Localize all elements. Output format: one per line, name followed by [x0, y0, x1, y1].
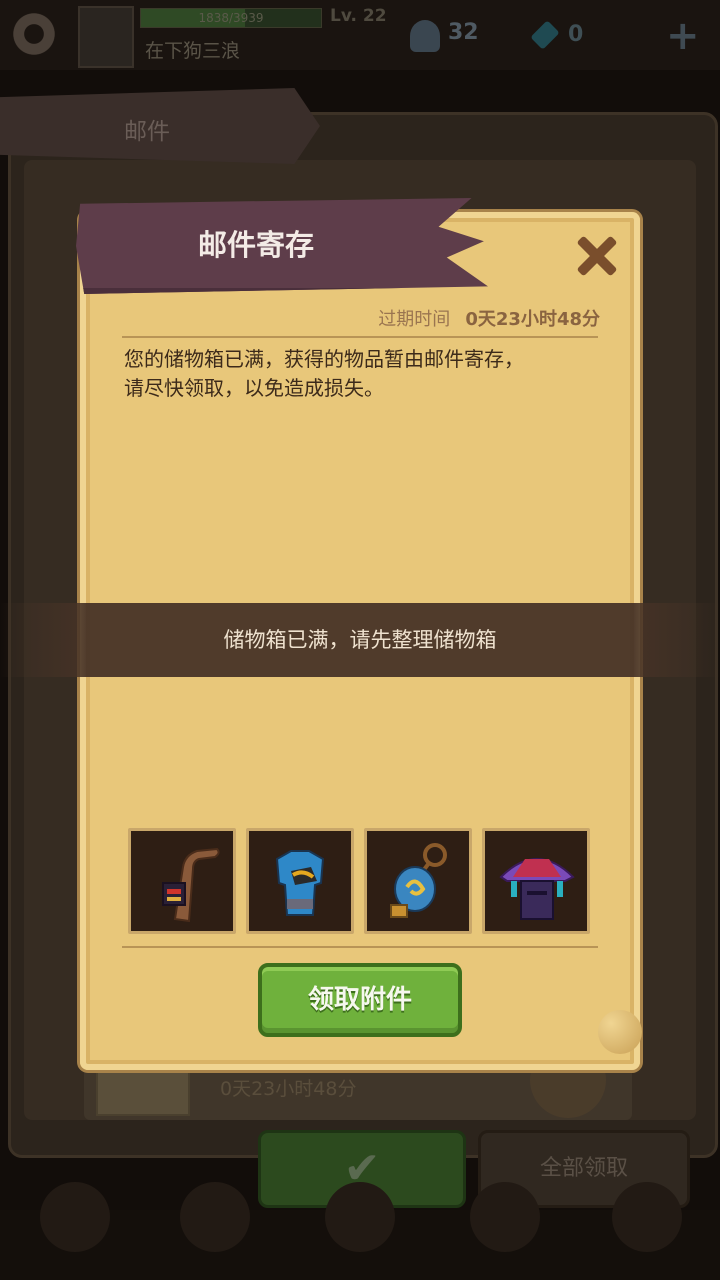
- gear-icon[interactable]: [10, 10, 58, 58]
- mail-tab-title: 邮件: [124, 119, 170, 145]
- attachment-slot[interactable]: [364, 828, 472, 934]
- dialog-title: 邮件寄存: [198, 228, 315, 262]
- claim-attachments-label: 领取附件: [307, 985, 412, 1015]
- helmet-icon: [499, 858, 575, 920]
- attachment-slot[interactable]: [128, 828, 236, 934]
- scroll-curl-icon: [598, 1010, 642, 1054]
- ankh-icon: [410, 20, 440, 52]
- mail-message: 您的储物箱已满，获得的物品暂由邮件寄存， 请尽快领取，以免造成损失。: [124, 345, 600, 403]
- amulet-icon: [390, 843, 447, 918]
- expiry-label: 过期时间: [378, 309, 451, 330]
- nav-campfire-icon[interactable]: [40, 1182, 110, 1252]
- player-level: Lv. 22: [330, 6, 387, 26]
- nav-map-icon[interactable]: [612, 1182, 682, 1252]
- message-line-2: 请尽快领取，以免造成损失。: [124, 376, 384, 400]
- xp-bar: 1838/3939: [140, 8, 322, 28]
- divider: [122, 336, 598, 338]
- nav-shield-icon[interactable]: [470, 1182, 540, 1252]
- xp-text: 1838/3939: [198, 11, 264, 25]
- plus-icon[interactable]: +: [666, 16, 700, 56]
- nav-chest-icon[interactable]: [325, 1182, 395, 1252]
- message-line-1: 您的储物箱已满，获得的物品暂由邮件寄存，: [124, 347, 524, 371]
- staff-icon: [162, 847, 220, 923]
- player-name: 在下狗三浪: [145, 40, 241, 62]
- toast-text: 储物箱已满，请先整理储物箱: [223, 628, 497, 652]
- toast-notification: 储物箱已满，请先整理储物箱: [0, 603, 720, 677]
- scroll-icon: [96, 1066, 190, 1116]
- close-icon[interactable]: [572, 232, 620, 280]
- armor-icon: [275, 850, 325, 916]
- attachment-slot[interactable]: [246, 828, 354, 934]
- resource-2-count: 0: [568, 22, 584, 47]
- attachment-slot[interactable]: [482, 828, 590, 934]
- resource-1-count: 32: [448, 20, 479, 45]
- divider: [122, 946, 598, 948]
- expiry-row: 过期时间 0天23小时48分: [120, 305, 600, 337]
- expiry-value: 0天23小时48分: [465, 309, 600, 330]
- avatar[interactable]: [78, 6, 134, 68]
- nav-bag-icon[interactable]: [180, 1182, 250, 1252]
- claim-attachments-button[interactable]: 领取附件: [258, 963, 462, 1037]
- mail-item-time: 0天23小时48分: [220, 1078, 357, 1100]
